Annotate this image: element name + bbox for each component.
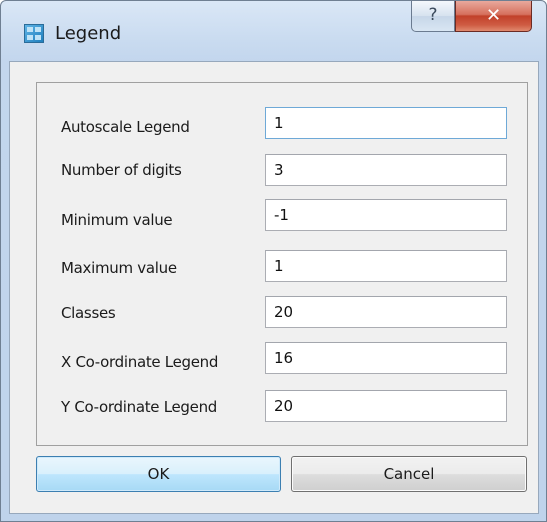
- classes-input[interactable]: [265, 296, 507, 328]
- number-of-digits-input[interactable]: [265, 154, 507, 186]
- x-coordinate-legend-input[interactable]: [265, 342, 507, 374]
- y-coordinate-legend-input[interactable]: [265, 390, 507, 422]
- help-icon: ?: [428, 5, 438, 25]
- autoscale-legend-label: Autoscale Legend: [61, 118, 190, 136]
- close-button[interactable]: ✕: [455, 1, 532, 32]
- maximum-value-input[interactable]: [265, 250, 507, 282]
- close-icon: ✕: [485, 5, 502, 26]
- y-coordinate-legend-label: Y Co-ordinate Legend: [61, 398, 217, 416]
- autoscale-legend-input[interactable]: [265, 107, 507, 139]
- ok-button[interactable]: OK: [36, 456, 281, 492]
- legend-app-icon: [24, 24, 44, 43]
- maximum-value-label: Maximum value: [61, 259, 177, 277]
- number-of-digits-label: Number of digits: [61, 161, 182, 179]
- help-button[interactable]: ?: [411, 1, 455, 32]
- window-title: Legend: [55, 23, 122, 44]
- cancel-button[interactable]: Cancel: [291, 456, 527, 492]
- minimum-value-label: Minimum value: [61, 211, 173, 229]
- minimum-value-input[interactable]: [265, 199, 507, 231]
- title-bar[interactable]: Legend ? ✕: [1, 1, 546, 59]
- x-coordinate-legend-label: X Co-ordinate Legend: [61, 353, 219, 371]
- classes-label: Classes: [61, 304, 116, 322]
